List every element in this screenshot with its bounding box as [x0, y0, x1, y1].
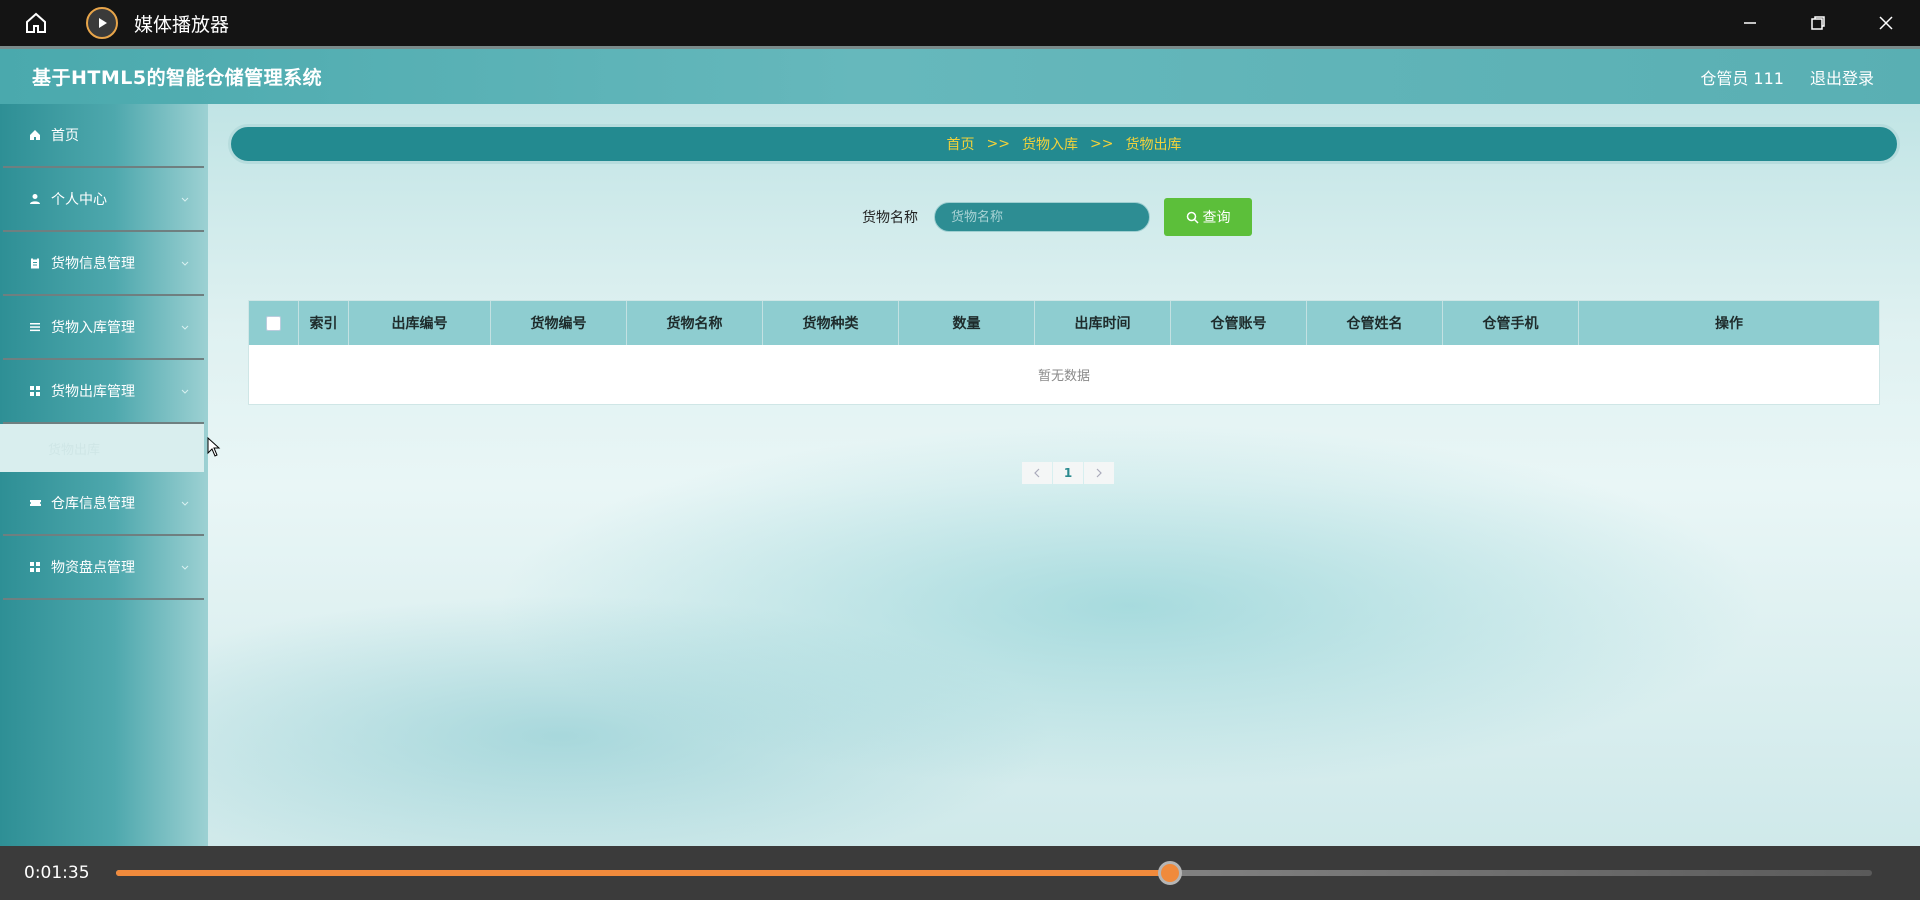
restore-icon[interactable]	[1784, 0, 1852, 46]
chevron-down-icon	[180, 192, 190, 208]
page-number-button[interactable]: 1	[1053, 462, 1083, 484]
search-input[interactable]	[934, 202, 1150, 232]
home-icon	[27, 127, 43, 143]
search-button-label: 查询	[1202, 210, 1231, 226]
sidebar-item-profile[interactable]: 个人中心	[3, 168, 204, 232]
sidebar-item-label: 个人中心	[51, 192, 107, 208]
column-header: 出库时间	[1035, 301, 1171, 345]
sidebar-item-label: 货物入库管理	[51, 320, 135, 336]
sidebar-item-label: 仓库信息管理	[51, 496, 135, 512]
seek-bar[interactable]	[116, 861, 1872, 885]
player-logo-icon	[86, 7, 118, 39]
sidebar-item-label: 首页	[51, 128, 79, 144]
breadcrumb-separator: >>	[1090, 136, 1114, 152]
seek-handle[interactable]	[1157, 861, 1182, 885]
search-button[interactable]: 查询	[1164, 198, 1252, 236]
table-header: 索引 出库编号 货物编号 货物名称 货物种类 数量 出库时间 仓管账号 仓管姓名…	[249, 301, 1879, 345]
mouse-cursor-icon	[207, 436, 221, 461]
sidebar-item-label: 物资盘点管理	[51, 560, 135, 576]
breadcrumb: 首页 >> 货物入库 >> 货物出库	[228, 124, 1900, 164]
sidebar-subitem-outbound[interactable]: 货物出库	[0, 424, 204, 472]
breadcrumb-separator: >>	[986, 136, 1010, 152]
search-label: 货物名称	[862, 210, 918, 226]
sidebar-item-outbound[interactable]: 货物出库管理	[3, 360, 204, 424]
ticket-icon	[27, 495, 43, 511]
breadcrumb-outbound: 货物出库	[1125, 137, 1182, 153]
column-header: 索引	[299, 301, 349, 345]
prev-page-button[interactable]	[1022, 462, 1052, 484]
player-titlebar: 媒体播放器	[0, 0, 1920, 46]
search-icon	[1186, 211, 1199, 224]
chevron-down-icon	[180, 320, 190, 336]
sidebar-item-label: 货物信息管理	[51, 256, 135, 272]
search-bar: 货物名称 查询	[862, 198, 1252, 236]
column-header: 货物种类	[763, 301, 899, 345]
column-header: 出库编号	[349, 301, 491, 345]
table-empty-message: 暂无数据	[1037, 369, 1090, 384]
playback-time: 0:01:35	[24, 863, 90, 883]
sidebar-item-inventory[interactable]: 物资盘点管理	[3, 536, 204, 600]
next-page-button[interactable]	[1084, 462, 1114, 484]
logout-link[interactable]: 退出登录	[1810, 65, 1874, 89]
grid-icon	[27, 383, 43, 399]
column-header: 货物名称	[627, 301, 763, 345]
column-header: 数量	[899, 301, 1035, 345]
sidebar-item-home[interactable]: 首页	[3, 104, 204, 168]
pagination: 1	[1022, 462, 1115, 484]
column-header: 仓管姓名	[1307, 301, 1443, 345]
sidebar-item-warehouse[interactable]: 仓库信息管理	[3, 472, 204, 536]
outbound-table: 索引 出库编号 货物编号 货物名称 货物种类 数量 出库时间 仓管账号 仓管姓名…	[248, 300, 1880, 405]
sidebar-item-goods-info[interactable]: 货物信息管理	[3, 232, 204, 296]
minimize-icon[interactable]	[1716, 0, 1784, 46]
chevron-down-icon	[180, 496, 190, 512]
app-header: 基于HTML5的智能仓储管理系统 仓管员 111 退出登录	[0, 46, 1920, 104]
column-header: 货物编号	[491, 301, 627, 345]
select-all-cell	[249, 301, 299, 345]
column-header: 仓管手机	[1443, 301, 1579, 345]
chevron-down-icon	[180, 560, 190, 576]
app-title: 基于HTML5的智能仓储管理系统	[32, 67, 323, 89]
chevron-down-icon	[180, 384, 190, 400]
list-icon	[27, 319, 43, 335]
grid-icon	[27, 559, 43, 575]
breadcrumb-home[interactable]: 首页	[947, 134, 975, 154]
close-icon[interactable]	[1852, 0, 1920, 46]
chevron-down-icon	[180, 256, 190, 272]
chevron-left-icon	[1034, 468, 1040, 478]
column-header: 操作	[1715, 316, 1743, 332]
app-viewport: 基于HTML5的智能仓储管理系统 仓管员 111 退出登录 首页 个人中心 货物…	[0, 46, 1920, 846]
select-all-checkbox[interactable]	[266, 315, 281, 331]
chevron-right-icon	[1096, 468, 1102, 478]
current-user: 仓管员 111	[1700, 68, 1784, 88]
player-controls: 0:01:35	[0, 846, 1920, 900]
player-title: 媒体播放器	[134, 13, 230, 36]
column-header: 仓管账号	[1171, 301, 1307, 345]
home-icon[interactable]	[0, 0, 72, 46]
sidebar-item-inbound[interactable]: 货物入库管理	[3, 296, 204, 360]
sidebar-item-label: 货物出库管理	[51, 384, 135, 400]
user-icon	[27, 191, 43, 207]
clipboard-icon	[27, 255, 43, 271]
seek-progress	[116, 870, 1170, 876]
sidebar: 首页 个人中心 货物信息管理 货物入库管理 货物出库管理 货物出库 仓库信息管理…	[0, 104, 208, 846]
breadcrumb-inbound[interactable]: 货物入库	[1022, 134, 1078, 154]
